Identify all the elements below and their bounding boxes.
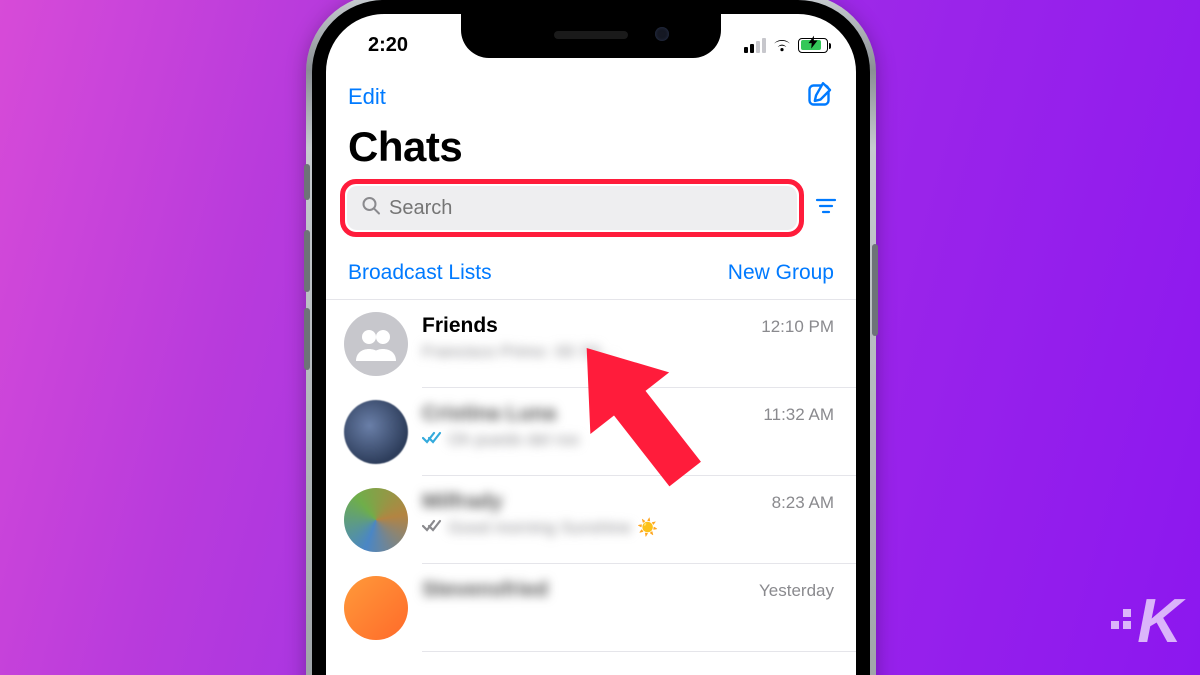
broadcast-lists-link[interactable]: Broadcast Lists [348, 261, 492, 285]
avatar [344, 576, 408, 640]
chat-time: 12:10 PM [761, 317, 834, 337]
watermark-logo: K [1111, 586, 1180, 657]
battery-icon [798, 38, 828, 53]
chat-name: Milfrady [422, 490, 503, 514]
search-highlight-annotation [340, 179, 804, 237]
read-receipt-icon [422, 430, 442, 450]
watermark-letter: K [1137, 586, 1180, 657]
group-icon [356, 327, 396, 361]
chat-time: Yesterday [759, 581, 834, 601]
chat-row[interactable]: Stevensfried Yesterday [326, 564, 856, 652]
nav-bar: Edit [326, 70, 856, 119]
chat-name: Friends [422, 314, 498, 338]
phone-frame: 2:20 [306, 0, 876, 675]
shortcut-row: Broadcast Lists New Group [326, 247, 856, 300]
power-button [872, 244, 878, 336]
stage: 2:20 [0, 0, 1200, 675]
phone-screen: 2:20 [326, 14, 856, 675]
edit-button[interactable]: Edit [348, 84, 386, 110]
chat-preview: Oh puedo del roo [448, 430, 579, 450]
chat-preview: Good morning Sunshine [448, 518, 631, 538]
chat-row[interactable]: Friends 12:10 PM Francisco Primo: 🎟 Sti… [326, 300, 856, 388]
chat-row[interactable]: Milfrady 8:23 AM Good morning Sunshine ☀… [326, 476, 856, 564]
new-group-link[interactable]: New Group [728, 261, 834, 285]
volume-down-button [304, 308, 310, 370]
chat-name: Stevensfried [422, 578, 548, 602]
chat-preview: Francisco Primo: 🎟 Sti… [422, 342, 617, 362]
status-time: 2:20 [368, 34, 408, 57]
compose-icon [806, 80, 834, 108]
phone-bezel: 2:20 [312, 0, 870, 675]
cellular-signal-icon [744, 38, 766, 53]
status-indicators [744, 38, 828, 53]
chat-time: 11:32 AM [763, 405, 834, 425]
avatar [344, 488, 408, 552]
filter-button[interactable] [814, 194, 842, 223]
delivered-receipt-icon [422, 518, 442, 538]
filter-icon [814, 194, 838, 218]
page-title: Chats [326, 119, 856, 179]
search-input[interactable] [347, 186, 797, 230]
emoji-sun-icon: ☀️ [637, 518, 658, 538]
chat-name: Cristina Luna [422, 402, 556, 426]
search-icon [361, 196, 381, 221]
avatar [344, 400, 408, 464]
volume-up-button [304, 230, 310, 292]
chat-time: 8:23 AM [772, 493, 834, 513]
chat-list: Friends 12:10 PM Francisco Primo: 🎟 Sti… [326, 300, 856, 652]
search-row [326, 179, 856, 247]
avatar [344, 312, 408, 376]
wifi-icon [772, 38, 792, 53]
phone-notch [461, 14, 721, 58]
mute-switch [304, 164, 310, 200]
chat-row[interactable]: Cristina Luna 11:32 AM Oh puedo del roo [326, 388, 856, 476]
compose-button[interactable] [806, 80, 834, 113]
